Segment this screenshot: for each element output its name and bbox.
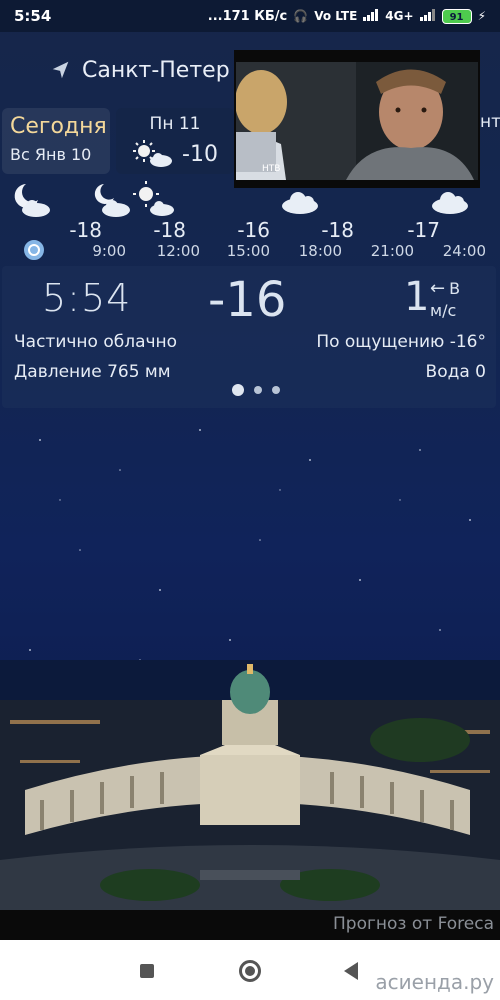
status-time: 5:54: [14, 7, 52, 25]
wind-unit: м/с: [430, 301, 457, 320]
sun-cloud-icon: [133, 181, 174, 216]
current-temperature: -16: [208, 272, 287, 328]
hourly-time: 9:00: [92, 242, 126, 260]
status-icons: ...171 КБ/с 🎧 Vo LTE 4G+ 91 ⚡: [207, 8, 486, 24]
charging-icon: ⚡: [477, 9, 486, 23]
location-arrow-icon: [52, 61, 69, 79]
channel-logo: НТВ: [262, 164, 281, 174]
location-row[interactable]: Санкт-Петер: [50, 52, 230, 88]
hourly-time: 12:00: [156, 242, 200, 260]
day-date: Вс Янв 10: [10, 145, 92, 164]
hourly-temp: -18: [69, 218, 102, 242]
hourly-forecast[interactable]: -18 -18 -16 -18 -17 9:00 12:00 15:00 18:…: [0, 178, 500, 264]
hourly-temp: -18: [153, 218, 186, 242]
recent-apps-icon[interactable]: [140, 964, 154, 978]
hourly-time: 15:00: [226, 242, 270, 260]
page-dot[interactable]: [254, 386, 262, 394]
day-tab-partial-label[interactable]: нт: [480, 112, 500, 132]
feels-like-text: По ощущению -16°: [316, 332, 486, 352]
volte-icon: Vo LTE: [314, 9, 358, 23]
headphones-icon: 🎧: [293, 9, 309, 23]
wind-direction-arrow-icon: ←: [430, 278, 446, 299]
hourly-time: 21:00: [370, 242, 414, 260]
night-sky-background: [29, 429, 471, 671]
forecast-attribution: Прогноз от Foreca: [0, 910, 500, 940]
watermark: асиенда.ру: [375, 970, 494, 994]
day-tab-today[interactable]: Сегодня Вс Янв 10: [2, 108, 110, 174]
hourly-time: 18:00: [298, 242, 342, 260]
signal-icon: [363, 8, 379, 24]
current-time: 5:54: [42, 276, 132, 320]
hourly-temp: -18: [321, 218, 354, 242]
moon-cloud-icon: [14, 184, 50, 217]
network-speed: ...171 КБ/с: [207, 8, 288, 24]
condition-text: Частично облачно: [14, 332, 178, 352]
status-bar: 5:54 ...171 КБ/с 🎧 Vo LTE 4G+ 91 ⚡: [0, 0, 500, 32]
current-conditions-card[interactable]: 5:54 -16 1 ← В м/с Частично облачно По о…: [2, 266, 496, 408]
cloud-icon: [432, 192, 468, 214]
wind-meta: ← В м/с: [430, 278, 460, 322]
back-icon[interactable]: [344, 962, 358, 980]
cloud-icon: [282, 192, 318, 214]
page-dot[interactable]: [232, 384, 244, 396]
signal-icon-2: [419, 8, 436, 24]
pressure-text: Давление 765 мм: [14, 362, 171, 382]
city-name: Санкт-Петер: [82, 57, 230, 83]
hourly-time: 24:00: [442, 242, 486, 260]
network-type: 4G+: [385, 9, 414, 23]
day-tab-monday[interactable]: Пн 11 -10: [116, 108, 234, 174]
wind-speed: 1: [404, 274, 430, 320]
home-icon[interactable]: [239, 960, 261, 982]
hourly-temp: -17: [407, 218, 440, 242]
android-navigation-bar: асиенда.ру: [0, 940, 500, 1000]
page-dot[interactable]: [272, 386, 280, 394]
day-name: Пн 11: [149, 114, 201, 134]
moon-cloud-icon: [94, 184, 130, 217]
video-scene-image: [236, 62, 478, 180]
video-overlay[interactable]: НТВ: [234, 50, 480, 188]
battery-icon: 91: [441, 8, 472, 24]
current-time-marker[interactable]: [24, 240, 44, 260]
page-indicator[interactable]: [232, 384, 280, 396]
wind-direction: В: [449, 279, 461, 298]
sun-cloud-icon: [133, 140, 173, 167]
kazan-cathedral-image: [0, 660, 500, 910]
water-text: Вода 0: [425, 362, 486, 382]
video-frame: НТВ: [236, 62, 478, 180]
hourly-temp: -16: [237, 218, 270, 242]
day-temp: -10: [182, 141, 218, 167]
day-name: Сегодня: [10, 114, 107, 139]
